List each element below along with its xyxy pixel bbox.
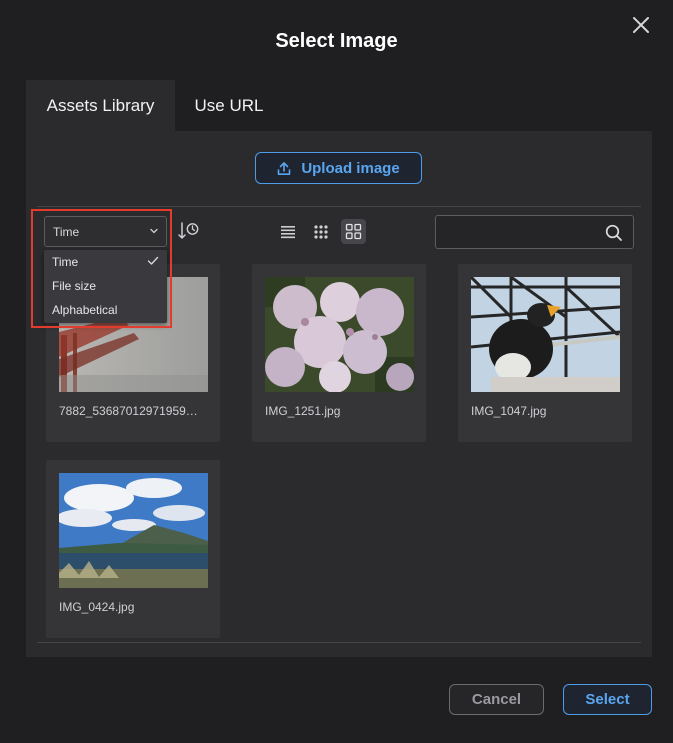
large-grid-view-icon[interactable]	[341, 219, 366, 244]
sort-option-label: Alphabetical	[52, 303, 118, 317]
toolbar-divider	[37, 206, 641, 207]
asset-thumbnail-lilac	[265, 277, 414, 392]
sort-option-file-size[interactable]: File size	[44, 274, 167, 298]
cancel-button[interactable]: Cancel	[449, 684, 544, 715]
list-view-icon[interactable]	[275, 219, 300, 244]
small-grid-view-icon[interactable]	[308, 219, 333, 244]
search-input[interactable]	[436, 216, 596, 248]
select-button[interactable]: Select	[563, 684, 652, 715]
sort-dropdown-menu: Time File size Alphabetical	[44, 250, 167, 323]
asset-thumbnail-landscape	[59, 473, 208, 588]
sort-option-label: File size	[52, 279, 97, 293]
assets-library-panel: Upload image Time 7882_53687012971959… I…	[26, 131, 652, 657]
upload-image-button[interactable]: Upload image	[255, 152, 422, 184]
sort-option-time[interactable]: Time	[44, 250, 167, 274]
chevron-down-icon	[150, 228, 158, 234]
sort-select-value: Time	[53, 224, 80, 239]
tab-use-url[interactable]: Use URL	[175, 80, 283, 131]
search-icon[interactable]	[605, 224, 623, 242]
sort-option-alphabetical[interactable]: Alphabetical	[44, 298, 167, 322]
asset-filename: IMG_1251.jpg	[265, 404, 341, 418]
asset-filename: IMG_0424.jpg	[59, 600, 135, 614]
asset-filename: IMG_1047.jpg	[471, 404, 547, 418]
tab-bar: Assets Library Use URL	[26, 80, 283, 131]
search-box	[435, 215, 634, 249]
upload-image-label: Upload image	[301, 159, 400, 177]
dialog-title: Select Image	[275, 30, 398, 52]
asset-card[interactable]: IMG_0424.jpg	[46, 460, 220, 638]
asset-thumbnail-eagle	[471, 277, 620, 392]
sort-option-label: Time	[52, 255, 79, 269]
asset-card[interactable]: IMG_1047.jpg	[458, 264, 632, 442]
asset-filename: 7882_53687012971959…	[59, 404, 198, 418]
upload-icon	[278, 161, 291, 175]
select-image-dialog: Select Image Assets Library Use URL Uplo…	[0, 0, 673, 743]
grid-bottom-divider	[37, 642, 641, 643]
sort-select[interactable]: Time	[44, 216, 167, 247]
tab-assets-library[interactable]: Assets Library	[26, 80, 175, 131]
sort-order-icon[interactable]	[177, 220, 201, 242]
asset-card[interactable]: IMG_1251.jpg	[252, 264, 426, 442]
check-icon	[147, 256, 159, 265]
